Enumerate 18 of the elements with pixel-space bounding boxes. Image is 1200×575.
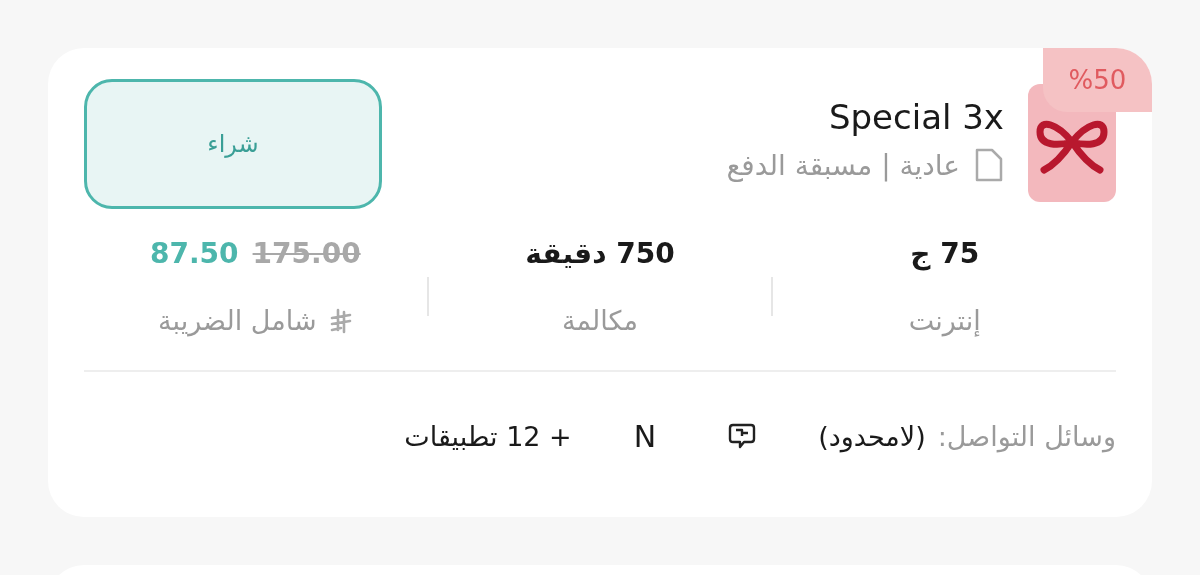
stat-value: 750 دقيقة xyxy=(525,237,675,272)
plan-type: عادية | مسبقة الدفع xyxy=(726,148,960,182)
old-price: 175.00 xyxy=(252,237,361,272)
stat-label: إنترنت xyxy=(908,305,981,336)
plan-title: Special 3x xyxy=(828,97,1004,137)
stat-label: مكالمة xyxy=(562,305,638,336)
more-apps: + 12 تطبيقات xyxy=(404,420,572,452)
discounted-price: 87.50 xyxy=(150,237,239,272)
stat-label: شامل الضريبة xyxy=(158,305,317,336)
document-icon xyxy=(974,147,1004,183)
chat-app-icon xyxy=(728,422,757,450)
buy-button[interactable]: شراء xyxy=(84,79,382,209)
social-label: وسائل التواصل: xyxy=(937,420,1116,452)
discount-badge: %50 xyxy=(1043,48,1152,112)
currency-icon xyxy=(328,307,353,334)
stat-value: 75 ج xyxy=(910,237,980,273)
app-letter: N xyxy=(633,418,657,454)
social-value: (لامحدود) xyxy=(818,420,926,452)
